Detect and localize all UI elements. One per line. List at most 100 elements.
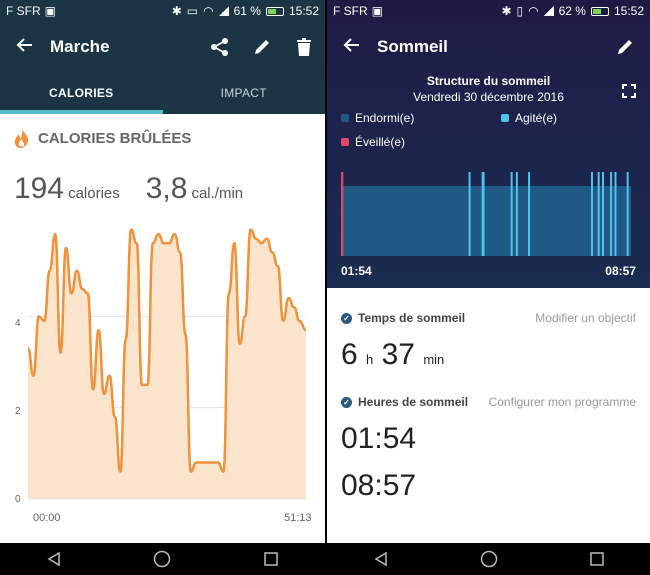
legend-label: Éveillé(e) bbox=[355, 135, 406, 149]
sleep-chart bbox=[341, 172, 631, 256]
status-bar: F SFR ▣ ✱ ▭ ◠ 61 % 15:52 bbox=[0, 0, 325, 22]
page-title: Marche bbox=[50, 37, 110, 56]
sim-icon: ▣ bbox=[44, 4, 57, 18]
start-time-label: 01:54 bbox=[341, 264, 372, 278]
restless-bar bbox=[626, 172, 629, 256]
clock: 15:52 bbox=[613, 4, 644, 18]
bedtime-value: 01:54 bbox=[341, 422, 417, 455]
back-nav-icon[interactable] bbox=[46, 551, 62, 567]
y-tick-label: 2 bbox=[15, 406, 21, 417]
clock: 15:52 bbox=[288, 4, 319, 18]
restless-bar bbox=[597, 172, 600, 256]
restless-bar bbox=[468, 172, 471, 256]
legend-item: Agité(e) bbox=[501, 111, 557, 125]
tab-indicator bbox=[0, 110, 163, 114]
section-header: CALORIES BRÛLÉES bbox=[14, 128, 191, 148]
edit-icon[interactable] bbox=[600, 38, 650, 56]
sleep-time-label: Temps de sommeil bbox=[358, 311, 466, 325]
sleep-header: Sommeil Structure du sommeil Vendredi 30… bbox=[327, 22, 650, 288]
home-nav-icon[interactable] bbox=[153, 550, 171, 568]
restless-bar bbox=[614, 172, 617, 256]
legend-label: Agité(e) bbox=[515, 111, 558, 125]
delete-icon[interactable] bbox=[283, 38, 325, 56]
nav-bar bbox=[0, 543, 325, 575]
status-bar: F SFR ▣ ✱ ▯ ◠ 62 % 15:52 bbox=[327, 0, 650, 22]
home-nav-icon[interactable] bbox=[480, 550, 498, 568]
page-title: Sommeil bbox=[377, 37, 448, 56]
activity-screen: F SFR ▣ ✱ ▭ ◠ 61 % 15:52 Marche CALORIES … bbox=[0, 0, 325, 575]
check-icon: ✓ bbox=[341, 312, 352, 324]
tab-calories[interactable]: CALORIES bbox=[0, 72, 163, 114]
legend-swatch bbox=[341, 138, 349, 146]
restless-bar bbox=[528, 172, 531, 256]
app-bar: Sommeil bbox=[327, 22, 650, 72]
recents-nav-icon[interactable] bbox=[263, 551, 279, 567]
tab-impact[interactable]: IMPACT bbox=[163, 72, 326, 114]
calories-unit: calories bbox=[68, 185, 120, 202]
nfc-icon: ▭ bbox=[186, 4, 199, 18]
battery-percent: 61 % bbox=[233, 4, 261, 18]
wifi-icon: ◠ bbox=[203, 4, 214, 18]
restless-bar bbox=[510, 172, 513, 256]
x-tick-label: 00:00 bbox=[33, 512, 61, 524]
carrier-label: F SFR bbox=[333, 4, 368, 18]
sleep-screen: F SFR ▣ ✱ ▯ ◠ 62 % 15:52 Sommeil Structur… bbox=[327, 0, 650, 575]
y-tick-label: 4 bbox=[15, 318, 21, 329]
fullscreen-icon[interactable] bbox=[622, 84, 636, 98]
battery-fill bbox=[592, 8, 601, 14]
sim-icon: ▣ bbox=[371, 4, 384, 18]
sleep-hours-row: ✓ Heures de sommeil Configurer mon progra… bbox=[341, 395, 636, 409]
configure-schedule-link[interactable]: Configurer mon programme bbox=[489, 395, 636, 409]
wake-time-value: 08:57 bbox=[341, 469, 417, 502]
tab-bar: CALORIES IMPACT bbox=[0, 72, 325, 114]
calories-value: 194 bbox=[14, 172, 65, 205]
sleep-hours-label: Heures de sommeil bbox=[358, 395, 469, 409]
sleep-duration: 6 h 37 min bbox=[341, 338, 444, 372]
sleep-time-row: ✓ Temps de sommeil Modifier un objectif bbox=[341, 311, 636, 325]
modify-goal-link[interactable]: Modifier un objectif bbox=[535, 311, 636, 325]
restless-bar bbox=[481, 172, 485, 256]
sleep-minutes-value: 37 bbox=[381, 338, 415, 371]
share-icon[interactable] bbox=[199, 37, 241, 57]
battery-icon bbox=[265, 6, 284, 16]
flame-icon bbox=[14, 128, 29, 148]
metrics-row: 194 calories 3,8 cal./min bbox=[14, 172, 243, 206]
restless-bar bbox=[590, 172, 593, 256]
minutes-unit: min bbox=[423, 352, 445, 367]
edit-icon[interactable] bbox=[241, 38, 283, 56]
recents-nav-icon[interactable] bbox=[589, 551, 605, 567]
wifi-icon: ◠ bbox=[528, 4, 539, 18]
vibrate-icon: ▯ bbox=[516, 4, 524, 18]
restless-bar bbox=[515, 172, 518, 256]
restless-bar bbox=[602, 172, 604, 256]
bluetooth-icon: ✱ bbox=[501, 4, 512, 18]
signal-icon bbox=[218, 6, 229, 16]
chart-date: Vendredi 30 décembre 2016 bbox=[413, 90, 564, 104]
legend-label: Endormi(e) bbox=[355, 111, 415, 125]
legend-item: Éveillé(e) bbox=[341, 135, 405, 149]
calories-chart bbox=[26, 228, 307, 500]
nav-bar bbox=[327, 543, 650, 575]
rate-unit: cal./min bbox=[191, 185, 244, 202]
section-title: CALORIES BRÛLÉES bbox=[38, 129, 192, 147]
check-icon: ✓ bbox=[341, 396, 352, 408]
back-arrow-icon[interactable] bbox=[327, 34, 377, 60]
hours-unit: h bbox=[366, 352, 374, 367]
back-nav-icon[interactable] bbox=[373, 551, 389, 567]
asleep-bar bbox=[341, 186, 631, 256]
tab-calories-label: CALORIES bbox=[49, 86, 114, 100]
legend-item: Endormi(e) bbox=[341, 111, 414, 125]
end-time-label: 08:57 bbox=[605, 264, 636, 278]
chart-title: Structure du sommeil bbox=[426, 74, 551, 88]
awake-bar bbox=[341, 172, 344, 256]
rate-value: 3,8 bbox=[145, 172, 188, 205]
x-tick-label: 51:13 bbox=[284, 512, 312, 524]
battery-icon bbox=[590, 6, 609, 16]
restless-bar bbox=[610, 172, 613, 256]
carrier-label: F SFR bbox=[6, 4, 41, 18]
calorie-rate: 3,8 cal./min bbox=[146, 172, 243, 206]
calories-total: 194 calories bbox=[14, 172, 120, 206]
back-arrow-icon[interactable] bbox=[0, 34, 50, 60]
battery-fill bbox=[267, 8, 276, 14]
battery-percent: 62 % bbox=[558, 4, 586, 18]
